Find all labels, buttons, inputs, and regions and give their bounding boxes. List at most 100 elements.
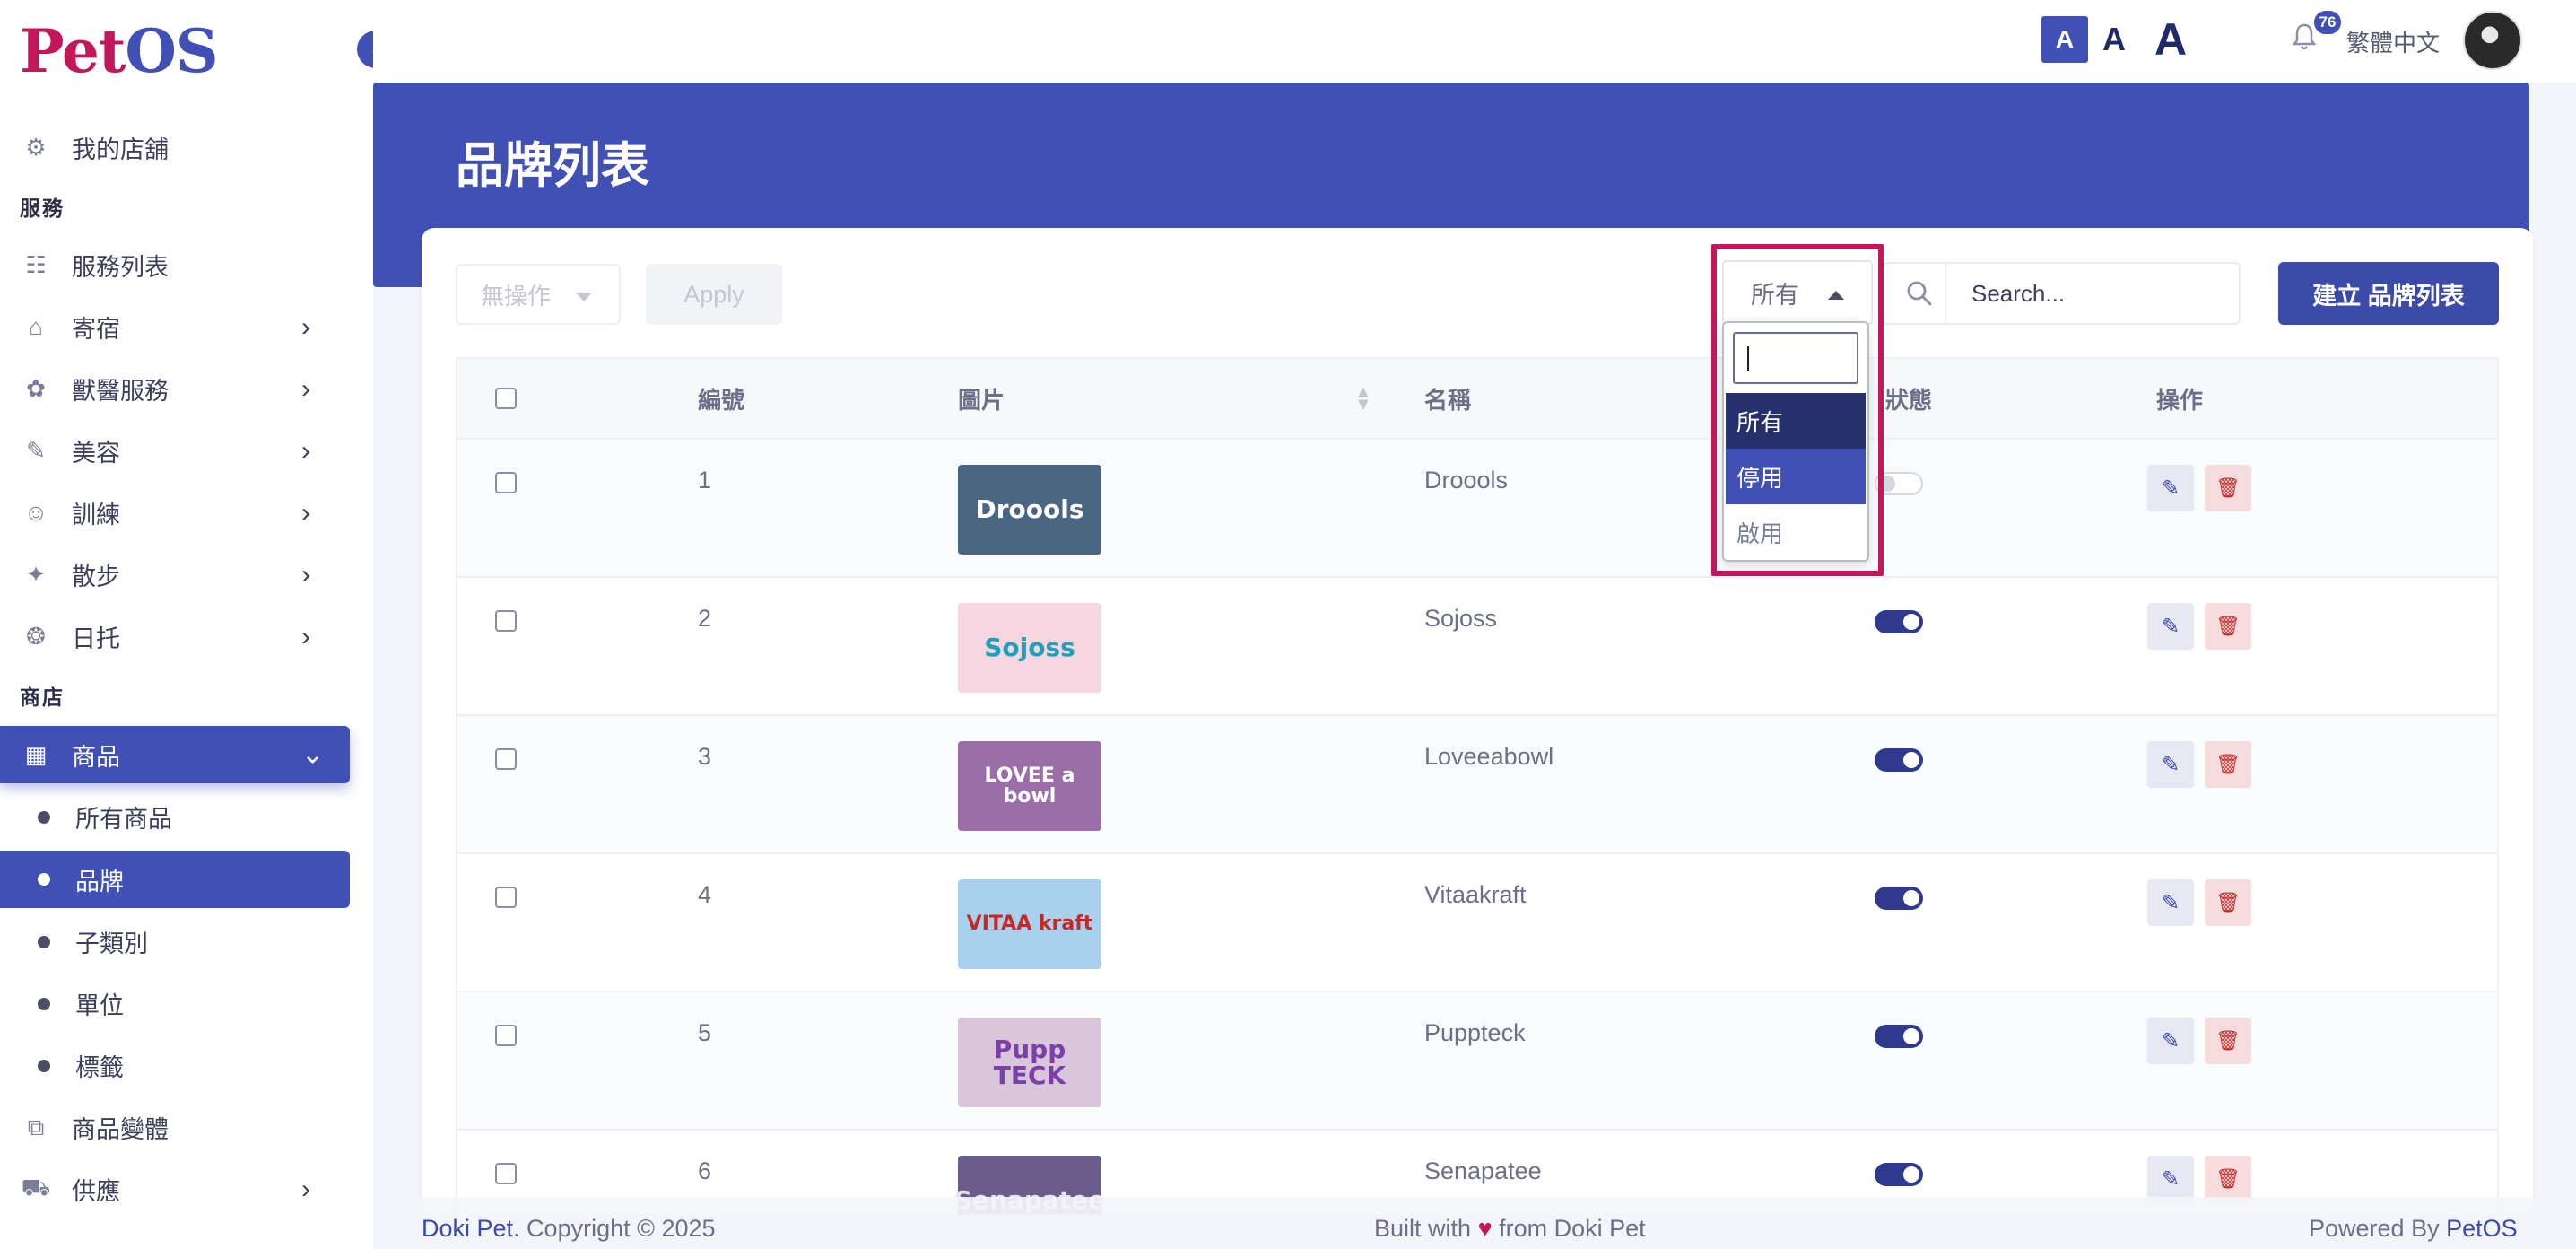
column-header-image[interactable]: 圖片 [958, 359, 1005, 438]
sidebar-subitem-0[interactable]: 所有商品 [0, 786, 373, 848]
footer-brand-link[interactable]: Doki Pet [422, 1215, 513, 1242]
font-size-medium-button[interactable]: A [2093, 16, 2135, 63]
brand-name: Sojoss [1424, 605, 1498, 632]
font-size-large-button[interactable]: A [2145, 14, 2196, 65]
sidebar-item-service-4[interactable]: ☺ 訓練 › [0, 482, 373, 544]
sort-icon[interactable]: ▲ ▼ [1354, 383, 1372, 414]
delete-button[interactable]: 🗑 [2205, 1018, 2251, 1064]
pencil-icon: ✎ [2161, 752, 2180, 777]
delete-button[interactable]: 🗑 [2205, 1156, 2251, 1202]
status-toggle[interactable] [1875, 1025, 1923, 1048]
dropdown-option-disabled[interactable]: 停用 [1726, 449, 1866, 504]
edit-button[interactable]: ✎ [2147, 1156, 2194, 1202]
table-header: 編號 圖片 ▲ ▼ 名稱 狀態 操作 [457, 359, 2497, 440]
row-checkbox[interactable] [495, 887, 517, 908]
select-all-checkbox[interactable] [495, 388, 517, 409]
sidebar-item-supply[interactable]: ⛟ 供應 › [0, 1158, 373, 1220]
row-checkbox[interactable] [495, 1163, 517, 1184]
sidebar-subitem-2[interactable]: 子類別 [0, 911, 373, 973]
edit-button[interactable]: ✎ [2147, 879, 2194, 926]
delete-button[interactable]: 🗑 [2205, 879, 2251, 926]
brand-logo-image: Droools [958, 465, 1101, 555]
status-toggle[interactable] [1875, 1163, 1923, 1186]
caret-up-icon [1828, 291, 1844, 300]
bullet-icon [38, 873, 50, 886]
trash-icon: 🗑 [2215, 476, 2241, 499]
table-row: 1 Droools Droools ✎ 🗑 [457, 440, 2497, 578]
status-toggle[interactable] [1875, 610, 1923, 633]
sidebar-item-service-5[interactable]: ✦ 散步 › [0, 544, 373, 606]
row-checkbox[interactable] [495, 748, 517, 770]
row-checkbox[interactable] [495, 610, 517, 632]
column-header-id[interactable]: 編號 [698, 359, 744, 438]
status-toggle[interactable] [1875, 887, 1923, 910]
delete-button[interactable]: 🗑 [2205, 741, 2251, 788]
edit-button[interactable]: ✎ [2147, 741, 2194, 788]
truck-icon: ⛟ [21, 1174, 51, 1201]
row-checkbox[interactable] [495, 1025, 517, 1046]
status-toggle[interactable] [1875, 472, 1923, 495]
brand-name: Loveeabowl [1424, 743, 1554, 770]
row-checkbox[interactable] [495, 472, 517, 493]
edit-button[interactable]: ✎ [2147, 465, 2194, 511]
column-header-name[interactable]: 名稱 [1424, 359, 1471, 438]
chevron-right-icon: › [301, 435, 310, 466]
service-items: ☷ 服務列表 ⌂ 寄宿 › ✿ 獸醫服務 › ✎ 美容 › ☺ 訓練 › ✦ 散步 › ❂ 日托 › [0, 234, 373, 668]
sidebar-item-label: 獸醫服務 [72, 378, 169, 405]
footer-petos-link[interactable]: PetOS [2446, 1215, 2518, 1242]
table-body: 1 Droools Droools ✎ 🗑 2 Sojoss Sojoss ✎ 🗑 3 LOVEE a… [457, 440, 2497, 1215]
footer-powered-prefix: Powered By [2309, 1215, 2440, 1242]
sidebar-item-label: 散步 [72, 563, 120, 590]
font-size-small-button[interactable]: A [2041, 16, 2088, 63]
status-toggle[interactable] [1875, 748, 1923, 772]
sidebar-subitem-4[interactable]: 標籤 [0, 1035, 373, 1096]
pencil-icon: ✎ [2161, 890, 2180, 915]
paw-icon: ✿ [26, 375, 46, 402]
edit-button[interactable]: ✎ [2147, 1018, 2194, 1064]
dropdown-option-enabled[interactable]: 啟用 [1726, 504, 1866, 560]
footer-powered-by: Powered By PetOS [2309, 1215, 2518, 1243]
product-sub-items: 所有商品 品牌 子類別 單位 標籤 [0, 786, 373, 1096]
sidebar-item-service-0[interactable]: ☷ 服務列表 [0, 234, 373, 296]
footer-built-suffix: from Doki Pet [1499, 1215, 1646, 1242]
footer: Doki Pet. Copyright © 2025 Built with ♥ … [373, 1197, 2576, 1249]
table-row: 3 LOVEE a bowl Loveeabowl ✎ 🗑 [457, 716, 2497, 854]
delete-button[interactable]: 🗑 [2205, 603, 2251, 650]
section-heading-store: 商店 [20, 686, 65, 709]
sidebar-item-products[interactable]: ▦ 商品 ⌄ [0, 726, 350, 783]
logo-pet-text: Pet [20, 16, 126, 86]
status-filter-select[interactable]: 所有 [1722, 260, 1873, 325]
table-row: 5 Pupp TECK Puppteck ✎ 🗑 [457, 992, 2497, 1131]
bell-icon[interactable] [2292, 23, 2317, 57]
dropdown-option-all[interactable]: 所有 [1726, 393, 1866, 449]
sidebar-item-service-1[interactable]: ⌂ 寄宿 › [0, 296, 373, 358]
column-header-status[interactable]: 狀態 [1885, 359, 1932, 438]
language-selector[interactable]: 繁體中文 [2346, 25, 2440, 58]
brand-logo-image: Pupp TECK [958, 1018, 1101, 1107]
delete-button[interactable]: 🗑 [2205, 465, 2251, 511]
footer-copyright: Doki Pet. Copyright © 2025 [422, 1215, 716, 1243]
create-brand-button[interactable]: 建立 品牌列表 [2278, 262, 2499, 325]
sidebar-item-my-store[interactable]: ⚙ 我的店舖 [0, 117, 373, 179]
sidebar-item-service-3[interactable]: ✎ 美容 › [0, 420, 373, 482]
sidebar-item-service-6[interactable]: ❂ 日托 › [0, 606, 373, 668]
dropdown-search-input[interactable] [1733, 332, 1858, 384]
trash-icon: 🗑 [2215, 615, 2241, 637]
search-input[interactable] [1948, 264, 2235, 323]
sidebar-subitem-3[interactable]: 單位 [0, 973, 373, 1035]
bulk-action-value: 無操作 [481, 282, 552, 310]
bulk-action-select[interactable]: 無操作 [456, 264, 621, 325]
brand-list-card: 無操作 Apply 所有 建立 品牌列表 編號 圖片 ▲▼ 名稱 狀態 操作 1… [422, 228, 2533, 1215]
sidebar-item-service-2[interactable]: ✿ 獸醫服務 › [0, 358, 373, 420]
sidebar-subitem-1[interactable]: 品牌 [0, 851, 350, 908]
petos-logo[interactable]: PetOS [20, 16, 219, 86]
brand-name: Puppteck [1424, 1019, 1526, 1046]
pencil-icon: ✎ [2161, 614, 2180, 639]
edit-button[interactable]: ✎ [2147, 603, 2194, 650]
sidebar-item-product-variants[interactable]: ⧉ 商品變體 [0, 1096, 373, 1158]
heart-icon: ♥ [1477, 1215, 1493, 1242]
user-avatar[interactable] [2463, 11, 2522, 70]
brand-logo-text: VITAA kraft [966, 913, 1093, 936]
store-settings-icon: ⚙ [25, 134, 47, 161]
apply-button[interactable]: Apply [646, 264, 782, 325]
